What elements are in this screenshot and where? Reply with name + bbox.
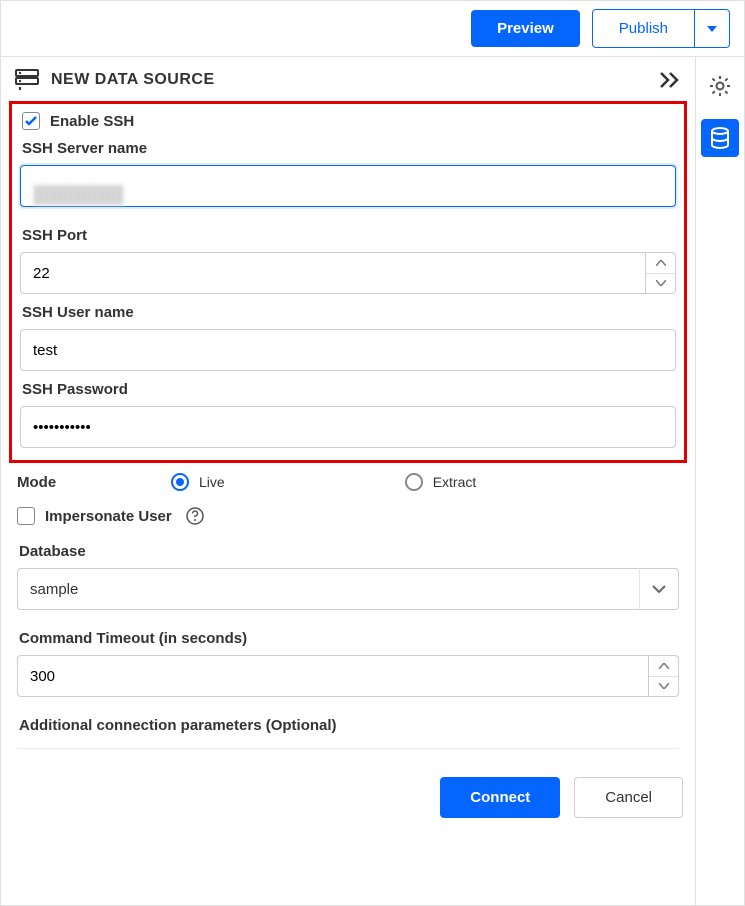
chevron-up-icon [659, 663, 669, 669]
timeout-decrement-button[interactable] [649, 677, 678, 697]
timeout-input[interactable] [17, 655, 649, 697]
mode-live-radio[interactable]: Live [171, 473, 225, 491]
ssh-user-input[interactable] [20, 329, 676, 371]
check-icon [25, 116, 37, 126]
ssh-password-input[interactable] [20, 406, 676, 448]
mode-extract-label: Extract [433, 474, 477, 490]
chevron-down-icon [659, 683, 669, 689]
mode-live-label: Live [199, 474, 225, 490]
port-decrement-button[interactable] [646, 274, 675, 294]
preview-button[interactable]: Preview [471, 10, 580, 47]
database-dropdown-button[interactable] [639, 568, 679, 610]
database-icon [710, 127, 730, 149]
timeout-stepper [17, 655, 679, 697]
chevron-down-icon [656, 280, 666, 286]
database-label: Database [19, 543, 679, 560]
ssh-port-stepper [20, 252, 676, 294]
redacted-server-value [34, 185, 124, 205]
publish-button[interactable]: Publish [592, 9, 695, 48]
ssh-section-highlight: Enable SSH SSH Server name SSH Port SS [9, 101, 687, 463]
database-select[interactable]: sample [17, 568, 679, 610]
publish-dropdown-button[interactable] [695, 9, 730, 48]
connect-button[interactable]: Connect [440, 777, 560, 818]
enable-ssh-label: Enable SSH [50, 113, 134, 130]
cancel-button[interactable]: Cancel [574, 777, 683, 818]
ssh-password-label: SSH Password [22, 381, 676, 398]
timeout-increment-button[interactable] [649, 656, 678, 677]
impersonate-label: Impersonate User [45, 508, 172, 525]
datasource-icon [15, 69, 39, 91]
enable-ssh-checkbox[interactable] [22, 112, 40, 130]
datasource-tab[interactable] [701, 119, 739, 157]
ssh-server-label: SSH Server name [22, 140, 676, 157]
chevron-up-icon [656, 260, 666, 266]
chevron-down-icon [652, 585, 666, 593]
top-bar: Preview Publish [0, 0, 745, 57]
mode-label: Mode [17, 474, 147, 491]
ssh-user-label: SSH User name [22, 304, 676, 321]
expand-icon[interactable] [659, 71, 681, 89]
publish-button-group: Publish [592, 9, 730, 48]
settings-tab[interactable] [701, 67, 739, 105]
side-panel [696, 57, 744, 905]
gear-icon [709, 75, 731, 97]
help-icon[interactable] [186, 507, 204, 525]
ssh-port-input[interactable] [20, 252, 646, 294]
timeout-label: Command Timeout (in seconds) [19, 630, 679, 647]
caret-down-icon [707, 26, 717, 32]
port-increment-button[interactable] [646, 253, 675, 274]
additional-params-label: Additional connection parameters (Option… [19, 717, 679, 734]
panel-header: NEW DATA SOURCE [1, 57, 695, 101]
panel-title: NEW DATA SOURCE [51, 71, 215, 89]
divider [17, 748, 679, 749]
impersonate-checkbox[interactable] [17, 507, 35, 525]
database-value: sample [17, 568, 639, 610]
mode-extract-radio[interactable]: Extract [405, 473, 477, 491]
footer: Connect Cancel [1, 761, 695, 830]
